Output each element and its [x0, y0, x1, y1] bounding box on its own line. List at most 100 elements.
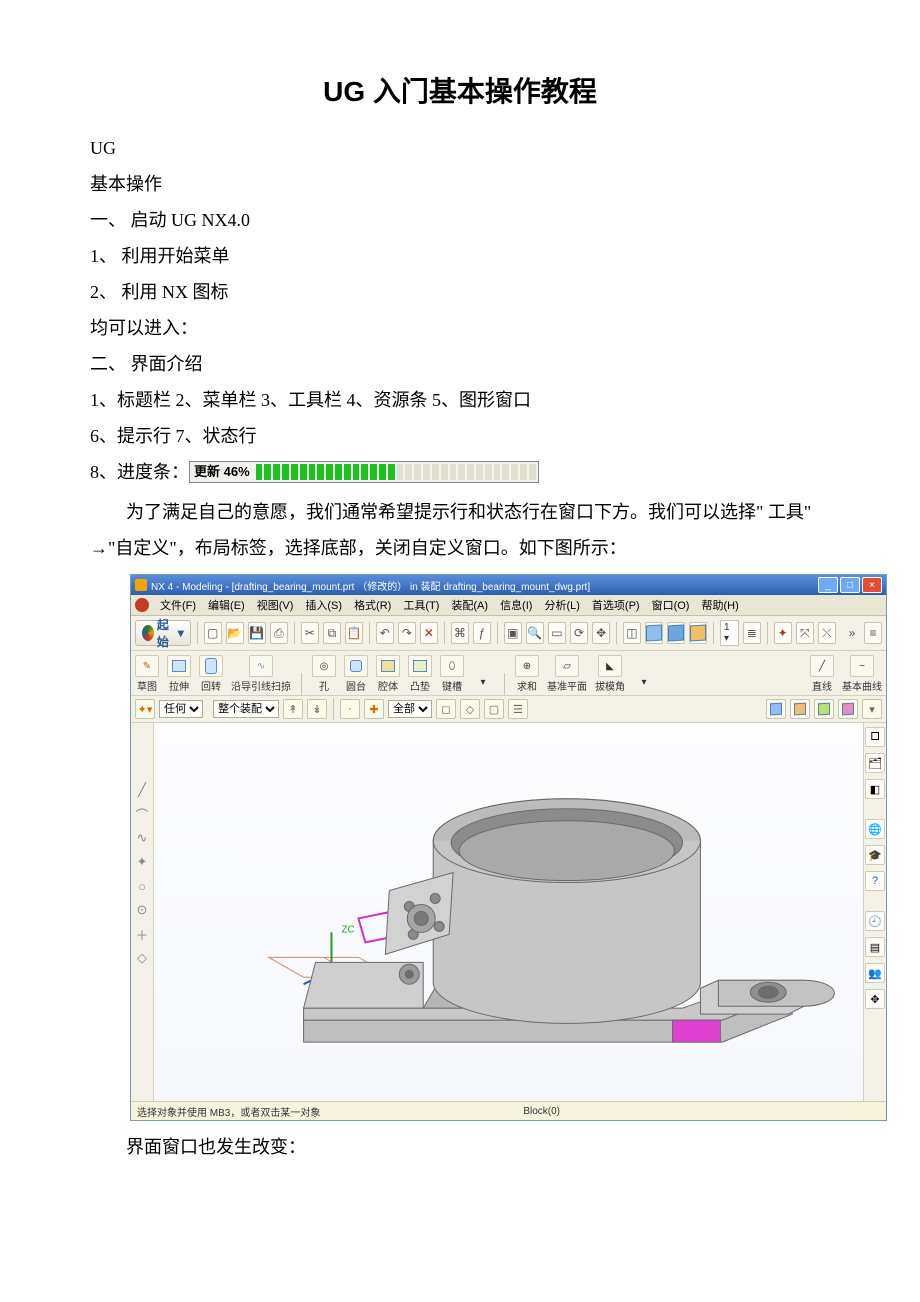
filter-assembly-select[interactable]: 整个装配	[213, 700, 279, 718]
layers-icon[interactable]: ≣	[743, 622, 761, 644]
menu-insert[interactable]: 插入(S)	[300, 597, 347, 613]
cut-icon[interactable]: ✂	[301, 622, 319, 644]
menu-view[interactable]: 视图(V)	[252, 597, 299, 613]
rb-drag-icon[interactable]: ✥	[865, 989, 885, 1009]
tool-basiccurves[interactable]: ~基本曲线	[842, 655, 882, 695]
redo-icon[interactable]: ↷	[398, 622, 416, 644]
menu-format[interactable]: 格式(R)	[349, 597, 396, 613]
menu-tools[interactable]: 工具(T)	[398, 597, 444, 613]
selection-intent-icon[interactable]: ✦▾	[135, 699, 155, 719]
menu-file[interactable]: 文件(F)	[155, 597, 201, 613]
menu-info[interactable]: 信息(I)	[495, 597, 537, 613]
start-button[interactable]: 起始 ▾	[135, 620, 191, 646]
lt-circle-icon[interactable]: ○	[135, 879, 149, 893]
zoom-icon[interactable]: 🔍	[526, 622, 544, 644]
tool-draft[interactable]: ◣拔模角	[595, 655, 625, 695]
asm-cube3-icon[interactable]	[814, 699, 834, 719]
lt-line-icon[interactable]: ╱	[135, 783, 149, 797]
titlebar[interactable]: NX 4 - Modeling - [drafting_bearing_moun…	[131, 575, 886, 595]
menu-help[interactable]: 帮助(H)	[696, 597, 743, 613]
rb-constraint-nav-icon[interactable]: ◧	[865, 779, 885, 799]
viewcube-icon[interactable]	[689, 622, 707, 644]
zoom-area-icon[interactable]: ▭	[548, 622, 566, 644]
rb-history-icon[interactable]: 🕘	[865, 911, 885, 931]
shaded-icon[interactable]	[645, 622, 663, 644]
print-icon[interactable]: ⎙	[270, 622, 288, 644]
paste-icon[interactable]: 📋	[345, 622, 363, 644]
wcs-icon[interactable]: ✦	[774, 622, 792, 644]
lt-diamond-icon[interactable]: ◇	[135, 951, 149, 965]
rb-internet-icon[interactable]: 🌐	[865, 819, 885, 839]
tool-slot[interactable]: ⬯键槽	[440, 655, 464, 695]
tool-boss[interactable]: 圆台	[344, 655, 368, 695]
sel-up-icon[interactable]: ↟	[283, 699, 303, 719]
menu-assembly[interactable]: 装配(A)	[446, 597, 493, 613]
wcs3-icon[interactable]: ⤬	[818, 622, 836, 644]
tool-sweep[interactable]: ∿沿导引线扫掠	[231, 655, 291, 695]
rb-part-nav-icon[interactable]: 🗂	[865, 753, 885, 773]
lt-arc-icon[interactable]: ⌒	[135, 807, 149, 821]
tool-pocket[interactable]: 腔体	[376, 655, 400, 695]
asm-cube1-icon[interactable]	[766, 699, 786, 719]
sel-misc1-icon[interactable]: ◻	[436, 699, 456, 719]
minimize-button[interactable]: _	[818, 577, 838, 593]
save-icon[interactable]: 💾	[248, 622, 266, 644]
lt-dotcircle-icon[interactable]: ⊙	[135, 903, 149, 917]
sel-down-icon[interactable]: ↡	[307, 699, 327, 719]
delete-icon[interactable]: ✕	[420, 622, 438, 644]
tool-pad[interactable]: 凸垫	[408, 655, 432, 695]
asm-cube2-icon[interactable]	[790, 699, 810, 719]
lt-plus-icon[interactable]: ＋	[135, 927, 149, 941]
graphics-viewport[interactable]: ZC	[154, 723, 863, 1101]
rb-teamcenter-icon[interactable]: 🎓	[865, 845, 885, 865]
sel-face-icon[interactable]: ✚	[364, 699, 384, 719]
shaded2-icon[interactable]	[667, 622, 685, 644]
start-label: 起始	[157, 616, 175, 650]
tool-unite[interactable]: ⊕求和	[515, 655, 539, 695]
app-logo-icon	[135, 579, 147, 591]
rb-assembly-nav-icon[interactable]: 🞐	[865, 727, 885, 747]
sel-pt-icon[interactable]: ·	[340, 699, 360, 719]
layer-1-label[interactable]: 1 ▾	[720, 620, 739, 646]
tool-line[interactable]: ╱直线	[810, 655, 834, 695]
sel-misc4-icon[interactable]: ☰	[508, 699, 528, 719]
menu-edit[interactable]: 编辑(E)	[203, 597, 250, 613]
tool-extrude[interactable]: 拉伸	[167, 655, 191, 695]
rb-roles-icon[interactable]: 👥	[865, 963, 885, 983]
menu-window[interactable]: 窗口(O)	[647, 597, 695, 613]
wcs2-icon[interactable]: ⤧	[796, 622, 814, 644]
undo-icon[interactable]: ↶	[376, 622, 394, 644]
tool-sketch[interactable]: ✎草图	[135, 655, 159, 695]
close-button[interactable]: ×	[862, 577, 882, 593]
asm-overflow-icon[interactable]: ▾	[862, 699, 882, 719]
tool-overflow1[interactable]: ▾	[472, 672, 494, 695]
maximize-button[interactable]: □	[840, 577, 860, 593]
menu-analyze[interactable]: 分析(L)	[539, 597, 584, 613]
new-icon[interactable]: ▢	[204, 622, 222, 644]
cmd-icon[interactable]: ⌘	[451, 622, 469, 644]
lt-spline-icon[interactable]: ∿	[135, 831, 149, 845]
sel-misc2-icon[interactable]: ◇	[460, 699, 480, 719]
filter-all-select[interactable]: 全部	[388, 700, 432, 718]
rotate-icon[interactable]: ⟳	[570, 622, 588, 644]
asm-cube4-icon[interactable]	[838, 699, 858, 719]
tool-datumplane[interactable]: ▱基准平面	[547, 655, 587, 695]
pan-icon[interactable]: ✥	[592, 622, 610, 644]
toolbar-overflow-icon[interactable]: »	[844, 623, 860, 643]
open-icon[interactable]: 📂	[226, 622, 244, 644]
rb-help-icon[interactable]: ?	[865, 871, 885, 891]
expr-icon[interactable]: ƒ	[473, 622, 491, 644]
tool-revolve[interactable]: 回转	[199, 655, 223, 695]
fit-icon[interactable]: ▣	[504, 622, 522, 644]
copy-icon[interactable]: ⧉	[323, 622, 341, 644]
lt-point-icon[interactable]: ✦	[135, 855, 149, 869]
menu-toggle-icon[interactable]: ≡	[864, 622, 882, 644]
tool-overflow2[interactable]: ▾	[633, 672, 655, 695]
filter-any-select[interactable]: 任何	[159, 700, 203, 718]
tool-hole[interactable]: ◎孔	[312, 655, 336, 695]
rb-system-icon[interactable]: ▤	[865, 937, 885, 957]
menu-prefs[interactable]: 首选项(P)	[587, 597, 645, 613]
sel-misc3-icon[interactable]: ▢	[484, 699, 504, 719]
wireframe-icon[interactable]: ◫	[623, 622, 641, 644]
chevron-down-icon: ▾	[178, 626, 184, 640]
